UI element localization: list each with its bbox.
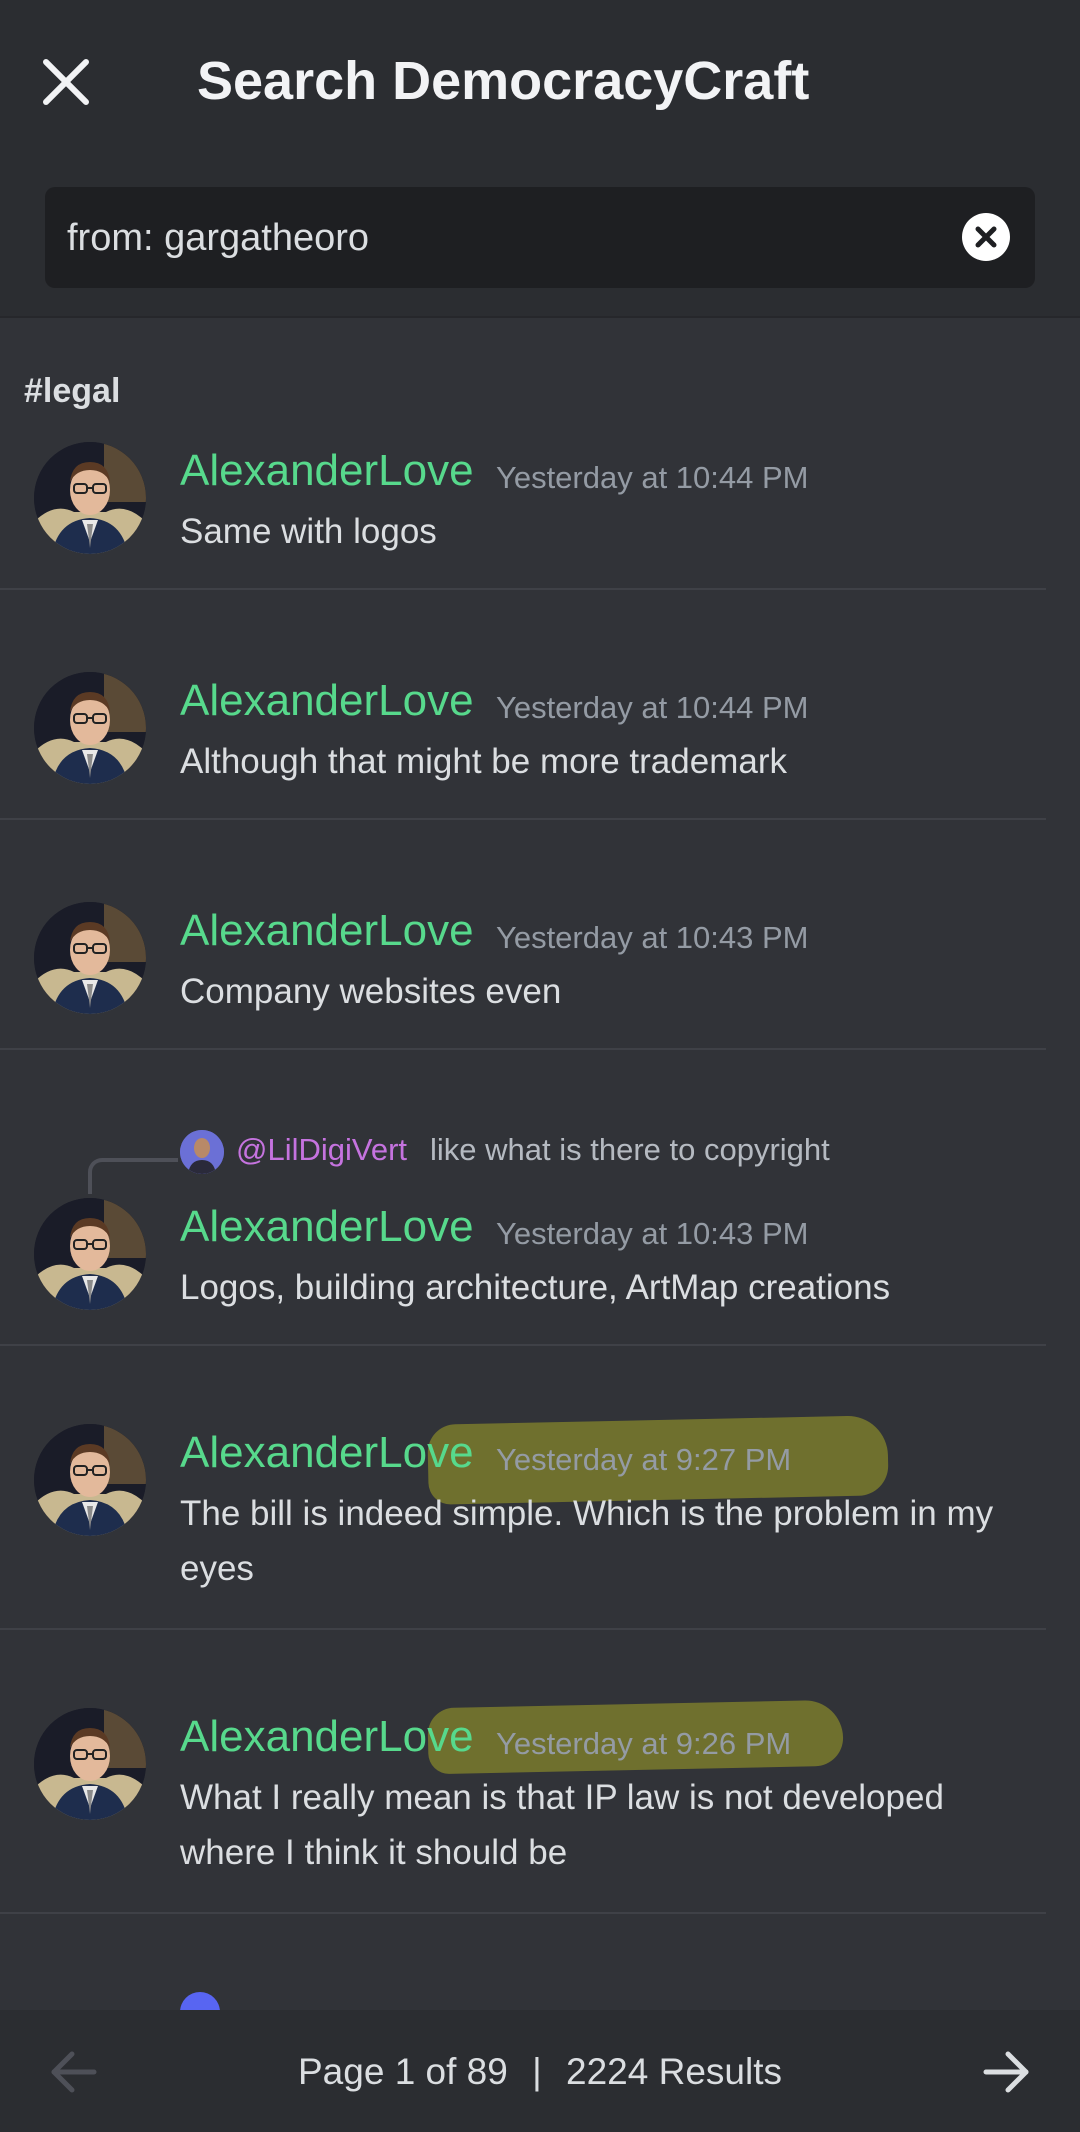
message-timestamp: Yesterday at 10:44 PM xyxy=(496,690,809,725)
author-name[interactable]: AlexanderLove xyxy=(180,1202,474,1252)
author-name[interactable]: AlexanderLove xyxy=(180,676,474,726)
reply-avatar[interactable] xyxy=(180,1130,224,1174)
clear-search-button[interactable] xyxy=(962,213,1010,261)
author-name[interactable]: AlexanderLove xyxy=(180,906,474,956)
avatar[interactable] xyxy=(34,1708,146,1820)
author-name[interactable]: AlexanderLove xyxy=(180,1712,474,1762)
clear-x-icon xyxy=(975,226,997,248)
author-name[interactable]: AlexanderLove xyxy=(180,446,474,496)
avatar[interactable] xyxy=(34,672,146,784)
close-button[interactable] xyxy=(40,56,92,108)
page-label: Page 1 of 89 xyxy=(298,2051,508,2092)
next-page-button[interactable] xyxy=(976,2042,1036,2102)
author-name[interactable]: AlexanderLove xyxy=(180,1428,474,1478)
search-header: Search DemocracyCraft from: gargatheoro xyxy=(0,0,1080,318)
message-text: Although that might be more trademark xyxy=(180,742,787,781)
partial-result xyxy=(180,1992,220,2010)
arrow-left-icon xyxy=(51,2051,97,2093)
page-separator: | xyxy=(532,2051,542,2092)
message-text: Logos, building architecture, ArtMap cre… xyxy=(180,1268,891,1307)
search-input[interactable]: from: gargatheoro xyxy=(45,187,1035,288)
previous-page-button[interactable] xyxy=(44,2042,104,2102)
message-text: Company websites even xyxy=(180,972,562,1011)
avatar[interactable] xyxy=(34,1424,146,1536)
results-count: 2224 Results xyxy=(566,2051,782,2092)
close-icon xyxy=(43,59,89,105)
arrow-right-icon xyxy=(983,2051,1029,2093)
reply-connector xyxy=(88,1158,178,1194)
avatar xyxy=(180,1992,220,2010)
message-timestamp: Yesterday at 9:26 PM xyxy=(496,1726,792,1761)
search-results[interactable]: #legal AlexanderLove Yesterday at 10:44 P… xyxy=(0,320,1080,2010)
page-title: Search DemocracyCraft xyxy=(197,51,810,111)
message-text: Same with logos xyxy=(180,512,437,551)
message-timestamp: Yesterday at 10:43 PM xyxy=(496,920,809,955)
pagination-bar: Page 1 of 89 | 2224 Results xyxy=(0,2010,1080,2132)
avatar[interactable] xyxy=(34,1198,146,1310)
reply-preview-text[interactable]: like what is there to copyright xyxy=(430,1132,830,1168)
message-text: The bill is indeed simple. Which is the … xyxy=(180,1494,994,1588)
message-text: What I really mean is that IP law is not… xyxy=(180,1778,944,1872)
pagination-info: Page 1 of 89 | 2224 Results xyxy=(0,2010,1080,2132)
search-query[interactable]: from: gargatheoro xyxy=(67,217,369,260)
channel-name[interactable]: #legal xyxy=(24,372,120,411)
message-timestamp: Yesterday at 9:27 PM xyxy=(496,1442,792,1477)
avatar[interactable] xyxy=(34,902,146,1014)
message-timestamp: Yesterday at 10:43 PM xyxy=(496,1216,809,1251)
reply-mention[interactable]: @LilDigiVert xyxy=(236,1132,407,1168)
avatar[interactable] xyxy=(34,442,146,554)
message-timestamp: Yesterday at 10:44 PM xyxy=(496,460,809,495)
